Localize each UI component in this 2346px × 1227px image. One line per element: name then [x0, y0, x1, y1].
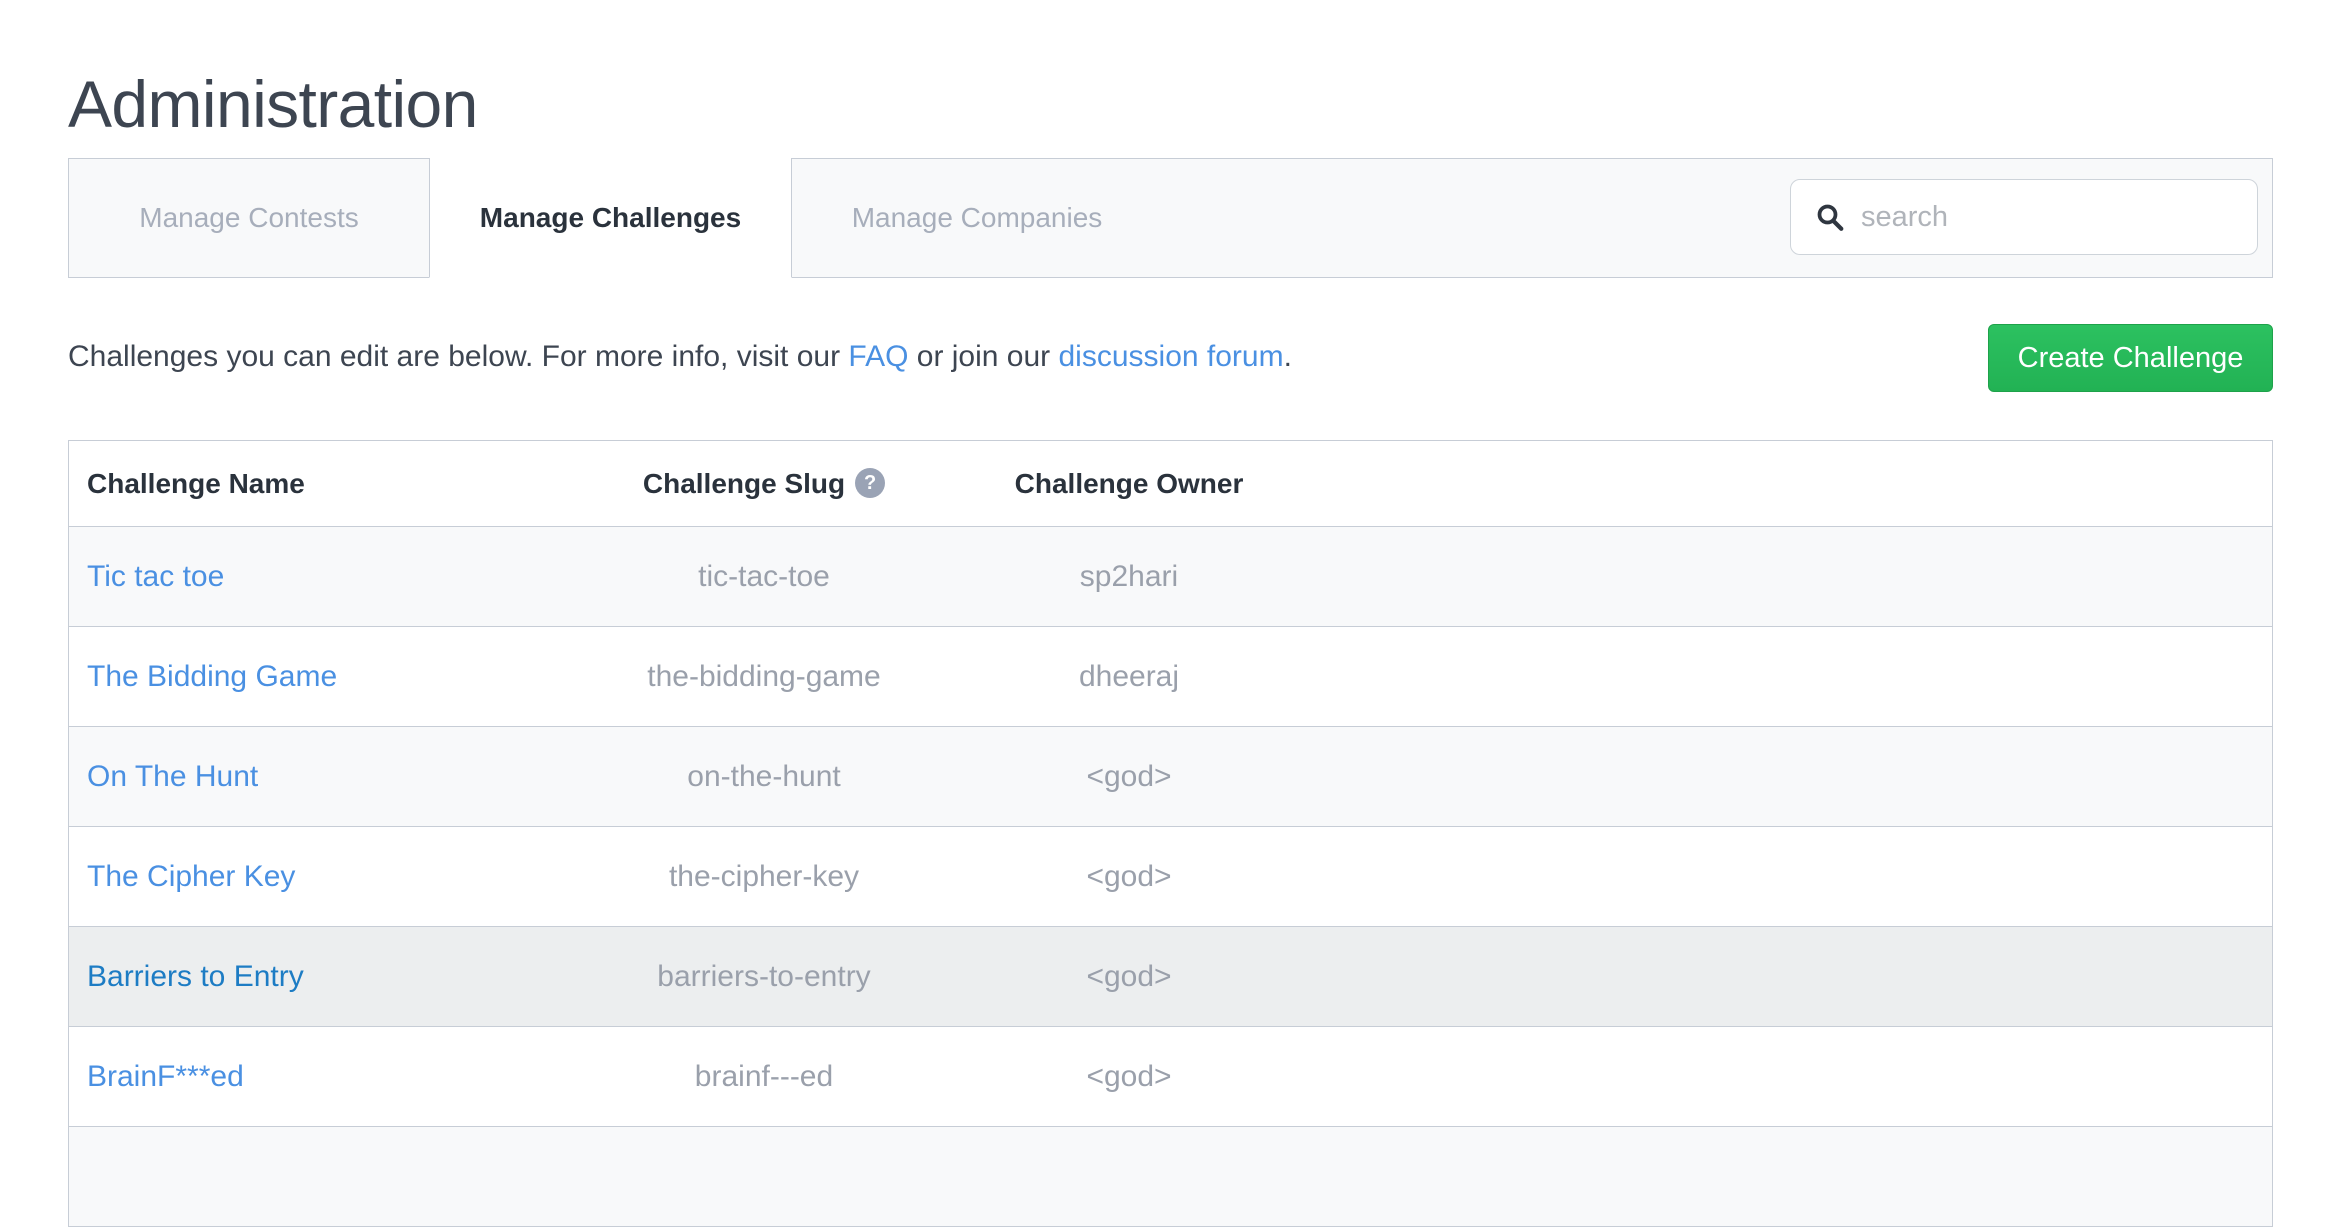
page-title: Administration: [68, 67, 478, 142]
challenge-name-link[interactable]: The Bidding Game: [87, 660, 337, 693]
cell-challenge-name: BrainF***ed: [69, 1060, 549, 1094]
cell-challenge-name: The Bidding Game: [69, 660, 549, 694]
create-challenge-button[interactable]: Create Challenge: [1988, 324, 2273, 392]
help-icon[interactable]: ?: [855, 467, 886, 498]
table-row[interactable]: The Cipher Key the-cipher-key <god>: [69, 827, 2272, 927]
challenge-name-link[interactable]: BrainF***ed: [87, 1060, 244, 1093]
column-header-challenge-owner: Challenge Owner: [1014, 467, 1244, 499]
cell-challenge-owner: dheeraj: [1078, 659, 1180, 693]
search-inner: [1801, 189, 2247, 245]
challenges-table: Challenge Name Challenge Slug? Challenge…: [68, 440, 2273, 1227]
tab-manage-contests[interactable]: Manage Contests: [69, 159, 430, 277]
cell-challenge-owner: <god>: [1086, 959, 1172, 993]
table-row[interactable]: [69, 1127, 2272, 1227]
faq-link[interactable]: FAQ: [848, 340, 908, 373]
column-header-challenge-name: Challenge Name: [87, 467, 305, 499]
column-header-challenge-slug-label: Challenge Slug: [642, 467, 846, 499]
table-row[interactable]: Tic tac toe tic-tac-toe sp2hari: [69, 527, 2272, 627]
cell-challenge-slug: on-the-hunt: [687, 759, 841, 793]
challenge-name-link[interactable]: Tic tac toe: [87, 560, 224, 593]
cell-challenge-name: Tic tac toe: [69, 560, 549, 594]
tab-manage-companies[interactable]: Manage Companies: [792, 159, 1162, 277]
cell-challenge-owner: <god>: [1086, 859, 1172, 893]
column-header-challenge-slug: Challenge Slug?: [549, 467, 979, 500]
challenge-name-link[interactable]: Barriers to Entry: [87, 960, 304, 993]
administration-page: Administration Manage Contests Manage Ch…: [0, 0, 2346, 1227]
table-row[interactable]: BrainF***ed brainf---ed <god>: [69, 1027, 2272, 1127]
cell-challenge-owner: <god>: [1086, 1059, 1172, 1093]
discussion-forum-link[interactable]: discussion forum: [1059, 340, 1284, 373]
tab-manage-challenges[interactable]: Manage Challenges: [429, 158, 792, 278]
cell-challenge-name: The Cipher Key: [69, 860, 549, 894]
cell-challenge-slug: barriers-to-entry: [657, 959, 871, 993]
intro-text-between: or join our: [908, 340, 1059, 373]
table-row[interactable]: On The Hunt on-the-hunt <god>: [69, 727, 2272, 827]
challenge-name-link[interactable]: The Cipher Key: [87, 860, 295, 893]
table-header-row: Challenge Name Challenge Slug? Challenge…: [69, 441, 2272, 527]
intro-text-before: Challenges you can edit are below. For m…: [68, 340, 849, 373]
search-icon: [1817, 204, 1844, 231]
table-row[interactable]: The Bidding Game the-bidding-game dheera…: [69, 627, 2272, 727]
challenge-name-link[interactable]: On The Hunt: [87, 760, 258, 793]
cell-challenge-name: Barriers to Entry: [69, 960, 549, 994]
table-row[interactable]: Barriers to Entry barriers-to-entry <god…: [69, 927, 2272, 1027]
cell-challenge-owner: sp2hari: [1079, 559, 1179, 593]
intro-text-after: .: [1283, 340, 1292, 373]
cell-challenge-slug: the-bidding-game: [647, 659, 881, 693]
intro-text: Challenges you can edit are below. For m…: [68, 337, 1292, 377]
search-input[interactable]: [1861, 200, 2247, 234]
search-box[interactable]: [1790, 179, 2258, 255]
cell-challenge-slug: the-cipher-key: [668, 859, 860, 893]
cell-challenge-name: On The Hunt: [69, 760, 549, 794]
cell-challenge-slug: brainf---ed: [694, 1059, 834, 1093]
cell-challenge-slug: tic-tac-toe: [698, 559, 830, 593]
cell-challenge-owner: <god>: [1086, 759, 1172, 793]
